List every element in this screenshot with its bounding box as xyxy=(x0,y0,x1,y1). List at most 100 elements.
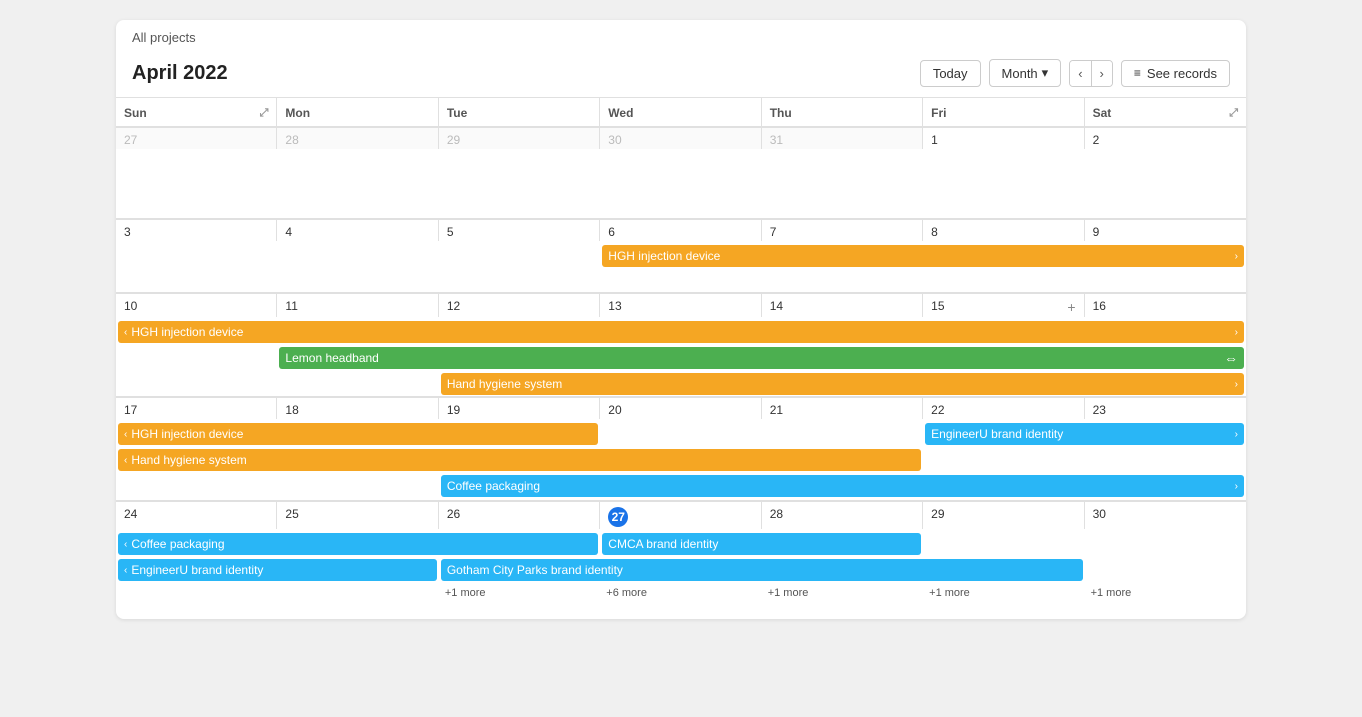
date-cell: 28 xyxy=(277,128,438,149)
date-cell: 3 xyxy=(116,220,277,241)
day-headers: Sun ⤢ Mon Tue Wed Thu Fri Sat ⤢ xyxy=(116,98,1246,128)
date-cell: 21 xyxy=(762,398,923,419)
event-lemon[interactable]: Lemon headband ⇔ xyxy=(279,347,1244,369)
date-cell: 20 xyxy=(600,398,761,419)
arrow-right-icon: › xyxy=(1235,481,1238,492)
week-5: 24 25 26 27 28 29 30 ‹ Coffee packaging … xyxy=(116,502,1246,619)
more-link-col3[interactable]: +6 more xyxy=(600,585,761,601)
week-1: 27 28 29 30 31 1 2 xyxy=(116,128,1246,220)
col-fri: Fri xyxy=(923,98,1084,127)
more-link-col2[interactable]: +1 more xyxy=(439,585,600,601)
col-wed: Wed xyxy=(600,98,761,127)
date-cell: 29 xyxy=(923,502,1084,529)
date-cell: 30 xyxy=(1085,502,1246,529)
date-cell: 28 xyxy=(762,502,923,529)
col-sat: Sat ⤢ xyxy=(1085,98,1246,127)
date-cell: 19 xyxy=(439,398,600,419)
arrow-left-icon: ‹ xyxy=(124,539,127,550)
expand-sat-icon[interactable]: ⤢ xyxy=(1229,107,1238,120)
date-cell: 31 xyxy=(762,128,923,149)
week-5-dates: 24 25 26 27 28 29 30 xyxy=(116,502,1246,529)
more-link-col1 xyxy=(277,585,438,601)
arrow-right-icon: › xyxy=(1235,429,1238,440)
page-title: All projects xyxy=(116,20,1246,49)
more-link-col5[interactable]: +1 more xyxy=(923,585,1084,601)
event-engineeru-2[interactable]: ‹ EngineerU brand identity xyxy=(118,559,437,581)
prev-button[interactable]: ‹ xyxy=(1070,61,1091,86)
event-cmca[interactable]: CMCA brand identity xyxy=(602,533,921,555)
calendar-container: All projects April 2022 Today Month ▾ ‹ … xyxy=(116,20,1246,619)
date-cell: 2 xyxy=(1085,128,1246,149)
date-cell: 10 xyxy=(116,294,277,317)
date-cell: 11 xyxy=(277,294,438,317)
date-cell: 1 xyxy=(923,128,1084,149)
calendar-title: April 2022 xyxy=(132,62,920,85)
event-engineeru-1[interactable]: EngineerU brand identity › xyxy=(925,423,1244,445)
date-cell: 25 xyxy=(277,502,438,529)
month-label: Month xyxy=(1002,66,1038,81)
month-button[interactable]: Month ▾ xyxy=(989,59,1062,87)
event-hgh-3[interactable]: ‹ HGH injection device xyxy=(118,423,598,445)
week-4-dates: 17 18 19 20 21 22 23 xyxy=(116,398,1246,419)
chevron-down-icon: ▾ xyxy=(1042,65,1049,81)
date-cell: 18 xyxy=(277,398,438,419)
week-3-dates: 10 11 12 13 14 15 + 16 xyxy=(116,294,1246,317)
arrow-right-icon: › xyxy=(1235,379,1238,390)
event-coffee-1[interactable]: Coffee packaging › xyxy=(441,475,1244,497)
week-4: 17 18 19 20 21 22 23 ‹ HGH injection dev… xyxy=(116,398,1246,502)
event-coffee-2[interactable]: ‹ Coffee packaging xyxy=(118,533,598,555)
date-cell: 26 xyxy=(439,502,600,529)
week-2: 3 4 5 6 7 8 9 HGH injection device › xyxy=(116,220,1246,294)
lines-icon: ≡ xyxy=(1134,66,1141,80)
date-cell: 16 xyxy=(1085,294,1246,317)
date-cell: 29 xyxy=(439,128,600,149)
today-button[interactable]: Today xyxy=(920,60,981,87)
arrow-left-icon: ‹ xyxy=(124,565,127,576)
date-cell: 30 xyxy=(600,128,761,149)
date-cell: 5 xyxy=(439,220,600,241)
col-thu: Thu xyxy=(762,98,923,127)
arrow-left-icon: ‹ xyxy=(124,455,127,466)
more-link-col6[interactable]: +1 more xyxy=(1085,585,1246,601)
add-event-button[interactable]: + xyxy=(1067,299,1075,315)
date-cell: 23 xyxy=(1085,398,1246,419)
event-hand-1[interactable]: Hand hygiene system › xyxy=(441,373,1244,395)
calendar-header: April 2022 Today Month ▾ ‹ › ≡ See recor… xyxy=(116,49,1246,98)
date-cell: 6 xyxy=(600,220,761,241)
date-cell: 9 xyxy=(1085,220,1246,241)
date-cell-today: 27 xyxy=(600,502,761,529)
see-records-button[interactable]: ≡ See records xyxy=(1121,60,1230,87)
event-hgh-1[interactable]: HGH injection device › xyxy=(602,245,1244,267)
date-cell: 27 xyxy=(116,128,277,149)
week-3: 10 11 12 13 14 15 + 16 ‹ HGH injection d… xyxy=(116,294,1246,398)
more-link-col0 xyxy=(116,585,277,601)
see-records-label: See records xyxy=(1147,66,1217,81)
arrow-right-icon: › xyxy=(1235,251,1238,262)
next-button[interactable]: › xyxy=(1092,61,1112,86)
expand-icon[interactable]: ⤢ xyxy=(260,107,269,120)
event-hand-2[interactable]: ‹ Hand hygiene system xyxy=(118,449,921,471)
date-cell: 4 xyxy=(277,220,438,241)
header-controls: Today Month ▾ ‹ › ≡ See records xyxy=(920,59,1230,87)
col-tue: Tue xyxy=(439,98,600,127)
week-1-dates: 27 28 29 30 31 1 2 xyxy=(116,128,1246,149)
arrow-left-icon: ‹ xyxy=(124,429,127,440)
date-cell: 22 xyxy=(923,398,1084,419)
col-mon: Mon xyxy=(277,98,438,127)
today-badge: 27 xyxy=(608,507,628,527)
nav-buttons: ‹ › xyxy=(1069,60,1113,87)
date-cell: 8 xyxy=(923,220,1084,241)
date-cell: 7 xyxy=(762,220,923,241)
arrow-left-icon: ‹ xyxy=(124,327,127,338)
resize-icon[interactable]: ⇔ xyxy=(1224,350,1238,366)
date-cell: 24 xyxy=(116,502,277,529)
more-link-col4[interactable]: +1 more xyxy=(762,585,923,601)
event-gotham[interactable]: Gotham City Parks brand identity xyxy=(441,559,1083,581)
week-2-dates: 3 4 5 6 7 8 9 xyxy=(116,220,1246,241)
date-cell: 12 xyxy=(439,294,600,317)
date-cell: 14 xyxy=(762,294,923,317)
date-cell: 17 xyxy=(116,398,277,419)
arrow-right-icon: › xyxy=(1235,327,1238,338)
date-cell: 15 + xyxy=(923,294,1084,317)
event-hgh-2[interactable]: ‹ HGH injection device › xyxy=(118,321,1244,343)
